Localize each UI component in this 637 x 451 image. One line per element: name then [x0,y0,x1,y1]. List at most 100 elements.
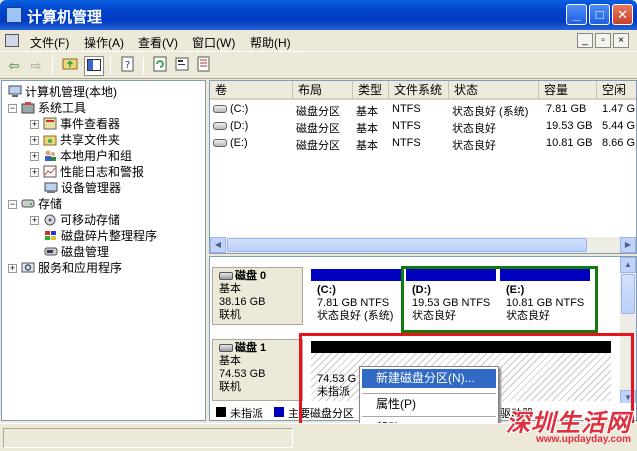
performance-icon [43,165,57,178]
expand-icon[interactable]: + [30,136,39,145]
minimize-button[interactable]: _ [566,4,587,25]
vertical-scrollbar[interactable]: ▲ ▼ [620,257,636,406]
column-header-filesystem[interactable]: 文件系统 [389,81,449,100]
filesystem-cell: NTFS [392,120,421,132]
tree-item-shared-folders[interactable]: + 共享文件夹 [30,131,120,147]
legend-primary-swatch [274,407,284,417]
filesystem-cell: NTFS [392,137,421,149]
tree-item-performance-logs[interactable]: + 性能日志和警报 [30,163,144,179]
tree-item-local-users[interactable]: + 本地用户和组 [30,147,132,163]
defrag-icon [44,229,58,242]
partition-size: 10.81 GB NTFS [506,297,585,309]
tree-item-services-applications[interactable]: + 服务和应用程序 [8,259,122,275]
free-cell: 5.44 G [602,120,636,132]
column-header-free[interactable]: 空闲 [597,81,636,100]
computer-icon [8,85,22,98]
column-header-layout[interactable]: 布局 [293,81,353,100]
tree-item-disk-management[interactable]: 磁盘管理 [44,243,109,259]
table-row[interactable]: (C:) 磁盘分区 基本 NTFS 状态良好 (系统) 7.81 GB 1.47… [210,102,636,118]
disk-0-size: 38.16 GB [219,296,266,308]
show-hide-tree-icon[interactable] [84,56,104,76]
disk-1-name: 磁盘 1 [219,342,302,355]
column-header-status[interactable]: 状态 [449,81,539,100]
menu-action[interactable]: 操作(A) [84,34,124,51]
volume-list[interactable]: 卷 布局 类型 文件系统 状态 容量 空闲 (C:) 磁盘分区 基本 NTFS … [209,80,637,254]
table-row[interactable]: (D:) 磁盘分区 基本 NTFS 状态良好 19.53 GB 5.44 G [210,119,636,135]
tree-item-storage[interactable]: − 存储 [8,195,62,211]
tree-item-device-manager[interactable]: 设备管理器 [44,179,121,195]
partition-c[interactable]: (C:) 7.81 GB NTFS 状态良好 (系统) [311,269,401,329]
disk-1-type: 基本 [219,355,241,367]
layout-cell: 磁盘分区 [296,123,340,135]
partition-label: (E:) [506,284,525,296]
forward-arrow-icon[interactable]: ⇨ [26,56,46,76]
disk-0-type: 基本 [219,283,241,295]
menu-window[interactable]: 窗口(W) [192,34,235,51]
mdi-close-button[interactable]: × [613,33,629,48]
properties-icon[interactable] [172,56,192,76]
close-button[interactable]: ✕ [612,4,633,25]
menu-separator [362,393,496,394]
storage-icon [21,197,35,210]
back-arrow-icon[interactable]: ⇦ [4,56,24,76]
column-header-type[interactable]: 类型 [353,81,389,100]
scroll-right-icon[interactable]: ▶ [620,237,636,253]
expand-icon[interactable]: + [30,152,39,161]
volume-cell: (C:) [213,103,248,115]
expand-icon[interactable]: + [30,216,39,225]
disk-1-info[interactable]: 磁盘 1 基本 74.53 GB 联机 [212,339,303,401]
menu-file[interactable]: 文件(F) [30,34,69,51]
maximize-button[interactable]: □ [589,4,610,25]
partition-d[interactable]: (D:) 19.53 GB NTFS 状态良好 [406,269,496,329]
export-list-icon[interactable] [194,56,214,76]
primary-partition-bar [500,269,590,281]
column-header-volume[interactable]: 卷 [210,81,293,100]
tree-item-removable-storage[interactable]: + 可移动存储 [30,211,120,227]
event-viewer-icon [43,117,57,130]
tools-icon [21,101,35,114]
partition-label: (C:) [317,284,336,296]
scrollbar-thumb[interactable] [227,238,587,252]
watermark-text: 深圳生活网 [506,410,631,437]
up-folder-icon[interactable] [60,56,80,76]
partition-e[interactable]: (E:) 10.81 GB NTFS 状态良好 [500,269,590,329]
layout-cell: 磁盘分区 [296,106,340,118]
horizontal-scrollbar[interactable]: ◀ ▶ [210,237,636,253]
tree-item-event-viewer[interactable]: + 事件查看器 [30,115,120,131]
menu-bar: 文件(F) 操作(A) 查看(V) 窗口(W) 帮助(H) _ ▫ × [0,30,637,52]
console-tree[interactable]: 计算机管理(本地) − 系统工具 + 事件查看器 + 共享文件夹 + 本地用户和组 + 性… [1,80,206,421]
table-row[interactable]: (E:) 磁盘分区 基本 NTFS 状态良好 10.81 GB 8.66 G [210,136,636,152]
partition-size: 19.53 GB NTFS [412,297,491,309]
refresh-icon[interactable] [150,56,170,76]
expand-icon[interactable]: + [30,168,39,177]
disk-0-info[interactable]: 磁盘 0 基本 38.16 GB 联机 [212,267,303,325]
expand-icon[interactable]: + [30,120,39,129]
scrollbar-thumb[interactable] [621,274,635,314]
scroll-up-icon[interactable]: ▲ [620,257,636,273]
title-bar[interactable]: 计算机管理 _ □ ✕ [0,0,637,30]
collapse-icon[interactable]: − [8,104,17,113]
menu-item-properties[interactable]: 属性(P) [362,395,496,414]
menu-view[interactable]: 查看(V) [138,34,178,51]
tree-item-disk-defragmenter[interactable]: 磁盘碎片整理程序 [44,227,157,243]
collapse-icon[interactable]: − [8,200,17,209]
svg-text:?: ? [125,60,130,71]
type-cell: 基本 [356,106,378,118]
column-header-capacity[interactable]: 容量 [539,81,597,100]
mdi-minimize-button[interactable]: _ [577,33,593,48]
free-cell: 1.47 G [602,103,636,115]
help-icon[interactable]: ? [118,56,138,76]
shared-folder-icon [43,133,57,146]
menu-item-new-partition[interactable]: 新建磁盘分区(N)... [362,369,496,388]
partition-label: (D:) [412,284,431,296]
tree-item-computer-management[interactable]: 计算机管理(本地) [8,83,117,99]
capacity-cell: 7.81 GB [546,103,587,115]
mdi-restore-button[interactable]: ▫ [595,33,611,48]
expand-icon[interactable]: + [8,264,17,273]
hard-disk-icon [219,272,233,280]
tree-item-system-tools[interactable]: − 系统工具 [8,99,86,115]
menu-help[interactable]: 帮助(H) [250,34,291,51]
scroll-left-icon[interactable]: ◀ [210,237,226,253]
toolbar: ⇦ ⇨ ? [0,53,637,79]
mmc-console-icon[interactable] [5,34,19,47]
